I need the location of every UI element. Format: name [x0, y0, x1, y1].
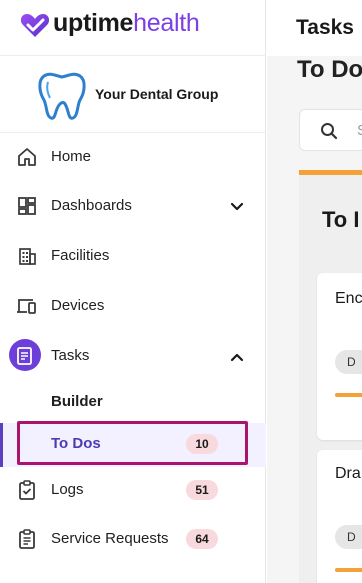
task-list-icon: [17, 347, 32, 365]
building-icon: [19, 248, 36, 265]
sidebar-item-home[interactable]: Home: [0, 137, 266, 177]
task-card-progress: [335, 568, 362, 572]
task-card[interactable]: Dra D: [317, 450, 362, 583]
sidebar-subitem-builder[interactable]: Builder: [0, 382, 266, 422]
task-card-progress: [335, 393, 362, 397]
panel-title: To I: [322, 207, 360, 232]
sidebar-item-devices[interactable]: Devices: [0, 286, 266, 326]
sidebar-item-facilities[interactable]: Facilities: [0, 236, 266, 276]
highlight-box: [17, 421, 248, 465]
chevron-down-icon[interactable]: [228, 198, 246, 216]
top-bar: Tasks: [267, 0, 362, 56]
task-card-title: Dra: [335, 465, 361, 482]
sidebar-item-label: Devices: [51, 297, 105, 314]
logs-count-badge: 51: [186, 480, 218, 500]
sidebar-item-tasks[interactable]: Tasks: [0, 336, 266, 376]
sidebar-item-label: Facilities: [51, 247, 110, 264]
task-card-title: Enc: [335, 290, 362, 307]
heart-check-logo-icon: [20, 14, 50, 37]
brand-header: uptimehealth: [0, 0, 266, 56]
chevron-up-icon[interactable]: [228, 348, 246, 366]
main-content: Tasks To Do S To I Enc D Dra D: [267, 0, 362, 583]
sidebar-item-label: Service Requests: [51, 530, 169, 547]
organization-name: Your Dental Group: [95, 86, 219, 102]
sidebar-item-service-requests[interactable]: Service Requests 64: [0, 519, 266, 559]
tooth-logo-icon: [38, 72, 86, 120]
brand-name-bold: uptime: [53, 9, 134, 37]
sidebar-item-label: Logs: [51, 481, 84, 498]
sidebar: uptimehealth Your Dental Group Home Dash…: [0, 0, 266, 583]
clipboard-check-icon: [19, 480, 35, 500]
sidebar-item-label: Dashboards: [51, 197, 132, 214]
home-icon: [18, 148, 36, 166]
search-placeholder: S: [357, 122, 362, 139]
search-input[interactable]: S: [299, 109, 362, 151]
brand-wordmark[interactable]: uptimehealth: [53, 9, 200, 38]
sidebar-item-logs[interactable]: Logs 51: [0, 470, 266, 510]
page-title: Tasks: [296, 16, 354, 39]
sidebar-item-label: Tasks: [51, 347, 90, 364]
task-card[interactable]: Enc D: [317, 273, 362, 440]
sidebar-item-label: Home: [51, 148, 92, 165]
sidebar-subitem-label: Builder: [51, 393, 103, 410]
clipboard-list-icon: [19, 529, 35, 549]
page-heading: To Do: [297, 56, 362, 83]
search-icon: [321, 123, 338, 140]
dashboard-icon: [18, 197, 36, 215]
task-card-chip[interactable]: D: [335, 525, 362, 549]
devices-icon: [17, 299, 36, 314]
sidebar-item-dashboards[interactable]: Dashboards: [0, 186, 266, 226]
task-card-chip[interactable]: D: [335, 350, 362, 374]
brand-name-light: health: [133, 9, 200, 37]
service-requests-count-badge: 64: [186, 529, 218, 549]
